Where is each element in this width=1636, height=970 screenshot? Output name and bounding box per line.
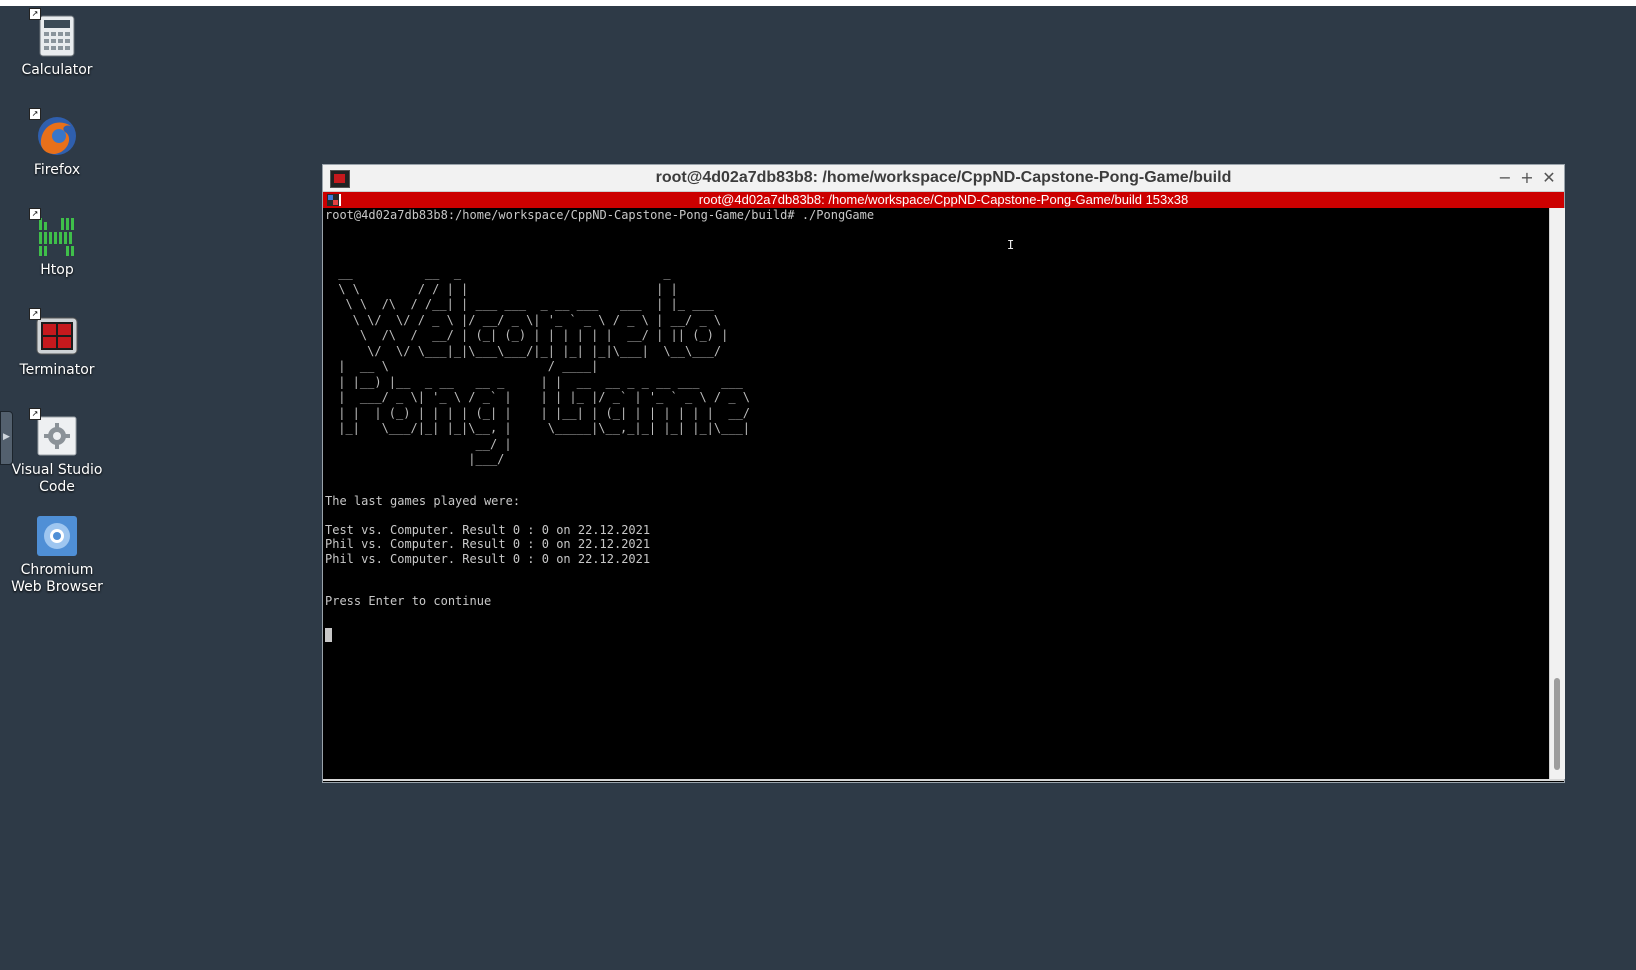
desktop-icon-htop[interactable]: ↗ Htop	[7, 208, 107, 279]
desktop-icon-terminator[interactable]: ↗ Terminator	[7, 308, 107, 379]
side-panel-handle[interactable]: ▶	[0, 411, 13, 465]
window-title: root@4d02a7db83b8: /home/workspace/CppND…	[655, 169, 1232, 186]
terminal-output[interactable]: root@4d02a7db83b8:/home/workspace/CppND-…	[323, 208, 1549, 779]
desktop-icon-label: Calculator	[21, 62, 93, 78]
window-titlebar[interactable]: root@4d02a7db83b8: /home/workspace/CppND…	[323, 165, 1564, 192]
scrollbar-thumb[interactable]	[1554, 678, 1560, 770]
terminal-scrollbar[interactable]	[1549, 208, 1565, 779]
terminator-icon: ↗	[29, 308, 79, 358]
close-button[interactable]: ✕	[1541, 168, 1557, 187]
history-line: Phil vs. Computer. Result 0 : 0 on 22.12…	[325, 537, 651, 551]
htop-icon: ↗	[29, 208, 79, 258]
vscode-icon: ↗	[29, 408, 79, 458]
terminal-header-title: root@4d02a7db83b8: /home/workspace/CppND…	[698, 192, 1189, 207]
text-cursor-icon: I	[1007, 238, 1015, 252]
history-line: Phil vs. Computer. Result 0 : 0 on 22.12…	[325, 552, 651, 566]
firefox-icon: ↗	[29, 108, 79, 158]
desktop-icon-label: Terminator	[19, 362, 95, 378]
desktop-icon-chromium[interactable]: Chromium Web Browser	[7, 514, 107, 596]
continue-prompt: Press Enter to continue	[325, 594, 492, 608]
history-line: Test vs. Computer. Result 0 : 0 on 22.12…	[325, 523, 651, 537]
terminal-window[interactable]: root@4d02a7db83b8: /home/workspace/CppND…	[322, 164, 1565, 783]
desktop-icon-label: Htop	[40, 262, 74, 278]
desktop-icon-firefox[interactable]: ↗ Firefox	[7, 108, 107, 179]
welcome-ascii-banner: __ __ _ _ \ \ / / | | | | \ \ /\ / /__| …	[338, 266, 751, 466]
window-bottom-border	[323, 779, 1564, 781]
desktop-icon-label: Chromium Web Browser	[11, 562, 103, 595]
block-cursor	[325, 628, 332, 642]
desktop-icon-label: Firefox	[33, 162, 81, 178]
top-panel-strip	[0, 0, 1636, 6]
desktop-icon-vscode[interactable]: ↗ Visual Studio Code	[7, 408, 107, 496]
minimize-button[interactable]: −	[1497, 168, 1513, 187]
maximize-button[interactable]: +	[1519, 168, 1535, 187]
expand-arrow-icon: ▶	[3, 432, 10, 442]
desktop-icon-label: Visual Studio Code	[11, 462, 103, 495]
terminal-header-bar[interactable]: root@4d02a7db83b8: /home/workspace/CppND…	[323, 192, 1564, 208]
calculator-icon: ↗	[29, 8, 79, 58]
prompt-line: root@4d02a7db83b8:/home/workspace/CppND-…	[325, 208, 875, 222]
chromium-icon	[35, 514, 79, 558]
desktop-icon-calculator[interactable]: ↗ Calculator	[7, 8, 107, 79]
history-heading: The last games played were:	[325, 494, 521, 508]
